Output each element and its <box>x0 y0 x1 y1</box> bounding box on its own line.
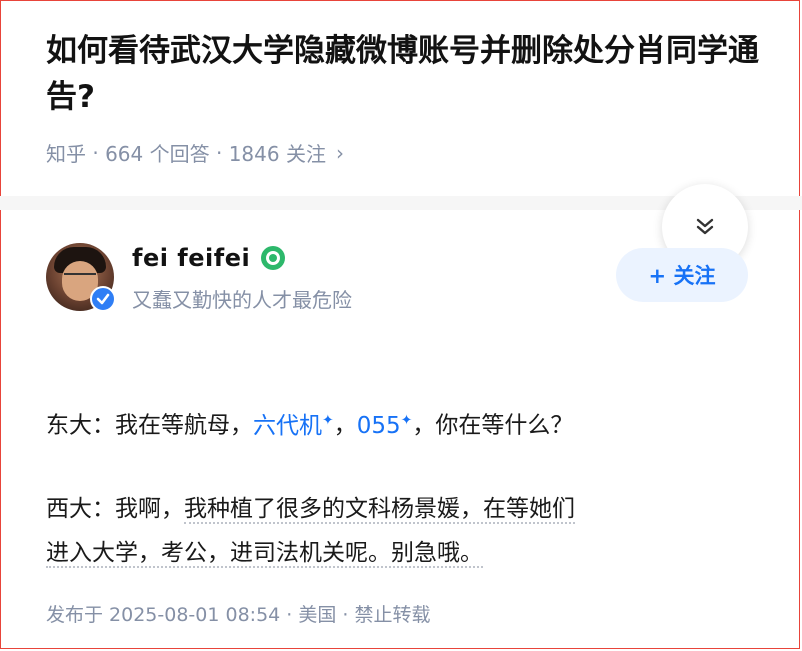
green-medal-icon <box>261 246 286 270</box>
blue-verified-icon <box>90 286 116 312</box>
followers-count: 1846 关注 <box>228 142 326 166</box>
double-chevron-down-icon <box>696 218 714 235</box>
sparkle-icon: ✦ <box>322 412 334 428</box>
publish-info: 发布于 2025-08-01 08:54 · 美国 · 禁止转载 <box>46 604 431 626</box>
question-meta[interactable]: 知乎 · 664 个回答 · 1846 关注 › <box>46 138 344 167</box>
source-label: 知乎 <box>46 142 86 166</box>
p2-text: 西大：我啊， <box>46 496 184 522</box>
answers-count: 664 个回答 <box>105 142 210 166</box>
link-sixth-gen-jet[interactable]: 六代机✦ <box>253 412 334 439</box>
p1-text: 东大：我在等航母， <box>46 412 253 439</box>
link-055[interactable]: 055✦ <box>357 412 413 439</box>
follow-button[interactable]: + 关注 <box>616 248 748 302</box>
answer-paragraph-2: 西大：我啊，我种植了很多的文科杨景媛，在等她们 进入大学，考公，进司法机关呢。别… <box>46 487 746 575</box>
question-title[interactable]: 如何看待武汉大学隐藏微博账号并删除处分肖同学通告? <box>46 28 766 120</box>
highlighted-comment-1[interactable]: 我种植了很多的文科杨景媛，在等她们 <box>184 496 575 524</box>
sparkle-icon: ✦ <box>400 412 413 428</box>
chevron-right-icon: › <box>335 140 344 165</box>
author-name[interactable]: fei feifei <box>132 244 250 272</box>
answer-paragraph-1: 东大：我在等航母，六代机✦，055✦，你在等什么？ <box>46 412 574 439</box>
highlighted-comment-2[interactable]: 进入大学，考公，进司法机关呢。别急哦。 <box>46 540 483 568</box>
author-bio: 又蠢又勤快的人才最危险 <box>132 288 352 312</box>
author-name-row[interactable]: fei feifei <box>132 244 286 272</box>
